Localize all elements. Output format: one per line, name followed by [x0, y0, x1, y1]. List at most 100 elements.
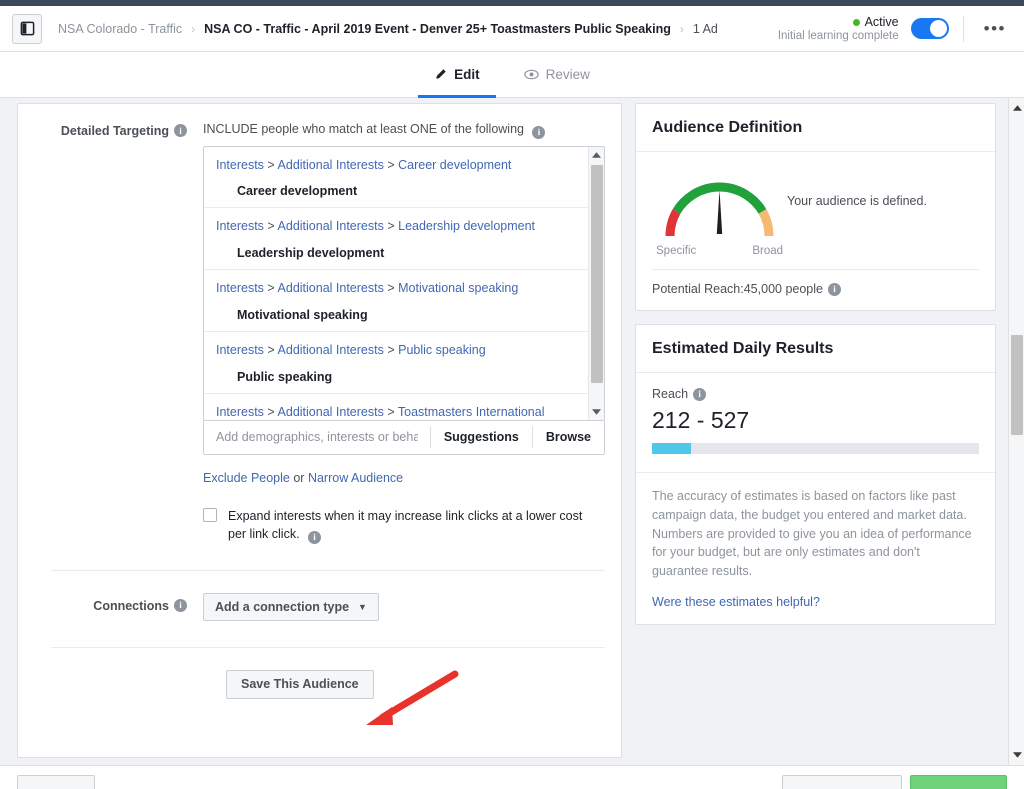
gauge-label-broad: Broad: [752, 245, 783, 257]
status-dot-icon: [852, 18, 860, 26]
targeting-search-row: Suggestions Browse: [203, 420, 605, 455]
interest-path-mid[interactable]: Additional Interests: [278, 343, 384, 357]
wizard-footer-bar: [0, 765, 1024, 789]
interest-path-root[interactable]: Interests: [216, 158, 264, 172]
status-sublabel: Initial learning complete: [777, 30, 899, 42]
interest-path-mid[interactable]: Additional Interests: [278, 158, 384, 172]
path-separator: >: [267, 281, 275, 296]
expand-interests-label: Expand interests when it may increase li…: [228, 507, 598, 544]
suggestions-button[interactable]: Suggestions: [429, 426, 532, 448]
facebook-ads-manager-window: NSA Colorado - Traffic › NSA CO - Traffi…: [0, 0, 1024, 789]
page-scrollbar[interactable]: [1008, 98, 1024, 765]
breadcrumb-separator-2: ›: [679, 21, 684, 36]
path-separator: >: [267, 157, 275, 172]
interest-entry: Interests > Additional Interests > Toast…: [204, 394, 588, 420]
connections-label: Connections: [93, 598, 169, 613]
interest-name[interactable]: Career development: [216, 184, 576, 198]
delivery-status: Active Initial learning complete: [778, 15, 899, 42]
audience-gauge-row: Specific Broad Your audience is defined.: [652, 166, 979, 257]
gauge-label-specific: Specific: [656, 245, 697, 257]
estimated-results-title: Estimated Daily Results: [652, 340, 834, 357]
potential-reach-value: 45,000 people: [743, 282, 823, 296]
estimates-disclaimer: The accuracy of estimates is based on fa…: [636, 472, 995, 624]
toggle-knob: [929, 20, 947, 37]
path-separator: >: [387, 157, 395, 172]
browse-button[interactable]: Browse: [531, 426, 604, 448]
expand-interests-checkbox[interactable]: [203, 507, 217, 522]
breadcrumb-ads-count[interactable]: 1 Ad: [693, 22, 718, 36]
footer-back-button[interactable]: [17, 775, 95, 789]
path-separator: >: [387, 281, 395, 296]
path-separator: >: [267, 405, 275, 419]
more-options-button[interactable]: •••: [978, 20, 1012, 37]
status-label: Active: [864, 15, 899, 29]
breadcrumb-campaign[interactable]: NSA Colorado - Traffic: [58, 22, 182, 36]
interest-entry: Interests > Additional Interests > Leade…: [204, 208, 588, 271]
breadcrumb: NSA Colorado - Traffic › NSA CO - Traffi…: [58, 22, 778, 36]
scroll-up-arrow-icon[interactable]: [592, 147, 601, 163]
adset-active-toggle[interactable]: [910, 18, 949, 39]
footer-secondary-button[interactable]: [782, 775, 902, 789]
interest-entry: Interests > Additional Interests > Publi…: [204, 332, 588, 394]
audience-definition-title: Audience Definition: [652, 119, 803, 136]
targeting-search-input[interactable]: [204, 430, 430, 444]
main-content-area: Detailed Targeting i INCLUDE people who …: [0, 98, 1024, 765]
interest-path-leaf[interactable]: Leadership development: [398, 219, 535, 233]
connections-info-icon[interactable]: i: [174, 598, 187, 612]
page-scroll-down-arrow-icon[interactable]: [1009, 747, 1024, 763]
detailed-targeting-label: Detailed Targeting: [60, 124, 169, 138]
or-text: or: [289, 470, 308, 485]
breadcrumb-adset[interactable]: NSA CO - Traffic - April 2019 Event - De…: [204, 22, 671, 36]
interest-path-leaf[interactable]: Motivational speaking: [398, 281, 518, 295]
page-header: NSA Colorado - Traffic › NSA CO - Traffi…: [0, 6, 1024, 52]
sidebar-panel-glyph: [20, 21, 34, 36]
add-connection-type-dropdown[interactable]: Add a connection type ▼: [203, 592, 379, 621]
interest-path-leaf[interactable]: Toastmasters International: [398, 405, 545, 419]
interest-path-root[interactable]: Interests: [216, 343, 264, 357]
interest-name[interactable]: Leadership development: [216, 246, 576, 260]
interests-scrollbar[interactable]: [588, 146, 604, 420]
add-connection-type-label: Add a connection type: [215, 599, 350, 614]
interest-path-leaf[interactable]: Public speaking: [398, 343, 486, 357]
detailed-targeting-info-icon[interactable]: i: [174, 124, 187, 137]
include-info-icon[interactable]: i: [532, 125, 546, 139]
interest-path-mid[interactable]: Additional Interests: [278, 219, 384, 233]
reach-metric-info-icon[interactable]: i: [693, 387, 707, 401]
reach-metric-bar: [652, 443, 979, 454]
exclude-people-link[interactable]: Exclude People: [203, 471, 290, 485]
interest-path-root[interactable]: Interests: [216, 281, 264, 295]
potential-reach-prefix: Potential Reach:: [652, 282, 744, 296]
tab-edit[interactable]: Edit: [412, 52, 502, 98]
save-this-audience-button[interactable]: Save This Audience: [226, 669, 374, 699]
interest-name[interactable]: Public speaking: [216, 370, 576, 384]
include-instruction-text: INCLUDE people who match at least ONE of…: [203, 122, 524, 136]
expand-interests-info-icon[interactable]: i: [308, 530, 322, 544]
estimated-results-header: Estimated Daily Results: [636, 325, 995, 373]
page-scroll-up-arrow-icon[interactable]: [1009, 100, 1024, 116]
footer-confirm-button[interactable]: [910, 775, 1007, 789]
audience-definition-header: Audience Definition: [636, 104, 995, 152]
interest-path-mid[interactable]: Additional Interests: [278, 281, 384, 295]
interest-path-root[interactable]: Interests: [216, 405, 264, 419]
potential-reach-row: Potential Reach: 45,000 people i: [652, 270, 979, 296]
scroll-down-arrow-icon[interactable]: [589, 404, 604, 420]
audience-gauge-labels: Specific Broad: [652, 245, 787, 257]
interest-path: Interests > Additional Interests > Motiv…: [216, 280, 576, 297]
audience-gauge-svg: [665, 182, 774, 237]
path-separator: >: [267, 343, 275, 358]
audience-definition-body: Specific Broad Your audience is defined.…: [636, 152, 995, 310]
tab-review[interactable]: Review: [502, 52, 612, 98]
interest-path-leaf[interactable]: Career development: [398, 158, 511, 172]
page-scroll-thumb[interactable]: [1011, 335, 1023, 435]
estimates-disclaimer-text: The accuracy of estimates is based on fa…: [652, 489, 972, 578]
interest-path: Interests > Additional Interests > Leade…: [216, 218, 576, 235]
sidebar-panel-icon[interactable]: [12, 13, 42, 44]
interest-path-mid[interactable]: Additional Interests: [278, 405, 384, 419]
interest-path-root[interactable]: Interests: [216, 219, 264, 233]
interest-entry: Interests > Additional Interests > Caree…: [204, 147, 588, 209]
potential-reach-info-icon[interactable]: i: [827, 282, 841, 296]
interest-name[interactable]: Motivational speaking: [216, 308, 576, 322]
interests-scroll-thumb[interactable]: [591, 164, 603, 383]
estimates-helpful-link[interactable]: Were these estimates helpful?: [652, 593, 979, 612]
narrow-audience-link[interactable]: Narrow Audience: [308, 471, 403, 485]
